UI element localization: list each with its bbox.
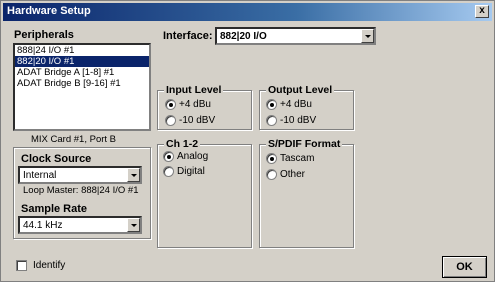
peripheral-item-3[interactable]: ADAT Bridge A [1-8] #1 (15, 67, 149, 78)
radio-selected-icon[interactable] (165, 99, 176, 110)
ok-button[interactable]: OK (442, 256, 487, 278)
ch12-label: Ch 1-2 (164, 138, 201, 150)
output-level-label: Output Level (266, 84, 335, 96)
identify-label: Identify (33, 260, 66, 271)
peripheral-item-1[interactable]: 888|24 I/O #1 (15, 45, 149, 56)
sample-rate-value: 44.1 kHz (23, 220, 63, 231)
peripherals-label: Peripherals (14, 29, 74, 41)
sample-rate-select[interactable]: 44.1 kHz (18, 216, 142, 234)
clock-source-select[interactable]: Internal (18, 166, 142, 184)
interface-label: Interface: (163, 30, 213, 42)
hardware-setup-window: Hardware Setup x Peripherals 888|24 I/O … (0, 0, 495, 282)
input-level-plus4-radio[interactable]: +4 dBu (165, 99, 211, 111)
input-level-minus10-radio[interactable]: -10 dBV (165, 115, 215, 127)
output-level-minus10-radio[interactable]: -10 dBV (266, 115, 316, 127)
output-level-plus4-radio[interactable]: +4 dBu (266, 99, 312, 111)
clock-source-label: Clock Source (21, 153, 92, 165)
ch12-analog-radio[interactable]: Analog (163, 151, 208, 163)
radio-selected-icon[interactable] (266, 99, 277, 110)
radio-icon[interactable] (165, 115, 176, 126)
peripherals-list[interactable]: 888|24 I/O #1 882|20 I/O #1 ADAT Bridge … (13, 43, 151, 131)
radio-icon[interactable] (266, 115, 277, 126)
spdif-tascam-radio[interactable]: Tascam (266, 153, 314, 165)
radio-icon[interactable] (163, 166, 174, 177)
sample-rate-label: Sample Rate (21, 203, 88, 215)
chevron-down-icon[interactable] (127, 218, 140, 232)
title-bar[interactable]: Hardware Setup x (3, 3, 492, 21)
spdif-other-radio[interactable]: Other (266, 169, 305, 181)
peripheral-item-4[interactable]: ADAT Bridge B [9-16] #1 (15, 78, 149, 89)
peripheral-item-2[interactable]: 882|20 I/O #1 (15, 56, 149, 67)
window-title: Hardware Setup (7, 5, 91, 17)
radio-selected-icon[interactable] (163, 151, 174, 162)
interface-select[interactable]: 882|20 I/O (215, 27, 376, 45)
loop-master-text: Loop Master: 888|24 I/O #1 (23, 185, 139, 196)
mix-card-text: MIX Card #1, Port B (31, 134, 117, 145)
close-button[interactable]: x (475, 5, 489, 18)
interface-value: 882|20 I/O (220, 31, 267, 42)
radio-selected-icon[interactable] (266, 153, 277, 164)
spdif-label: S/PDIF Format (266, 138, 343, 150)
identify-checkbox[interactable] (16, 260, 27, 271)
clock-source-value: Internal (23, 170, 57, 181)
chevron-down-icon[interactable] (127, 168, 140, 182)
close-icon: x (479, 5, 485, 16)
radio-icon[interactable] (266, 169, 277, 180)
input-level-label: Input Level (164, 84, 224, 96)
ch12-digital-radio[interactable]: Digital (163, 166, 205, 178)
chevron-down-icon[interactable] (361, 29, 374, 43)
